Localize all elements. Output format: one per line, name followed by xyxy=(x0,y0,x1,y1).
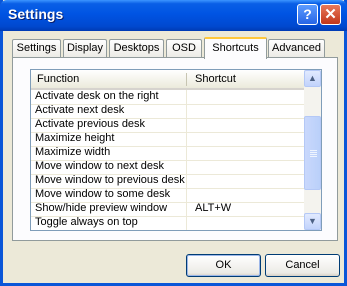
cell-divider xyxy=(186,104,187,119)
cell-divider xyxy=(186,132,187,147)
cell-divider xyxy=(186,90,187,105)
list-item[interactable]: Move window to previous desk xyxy=(31,174,305,189)
settings-window: Settings ? ✕ Settings Display Desktops O… xyxy=(0,0,347,286)
list-item[interactable]: Maximize width xyxy=(31,146,305,161)
list-header: Function Shortcut xyxy=(31,70,305,90)
list-item[interactable]: Move window to next desk xyxy=(31,160,305,175)
scroll-down-icon[interactable]: ▼ xyxy=(304,213,321,230)
grip-line xyxy=(310,156,317,157)
function-cell: Move window to next desk xyxy=(35,160,165,172)
grip-line xyxy=(310,154,317,155)
shortcuts-list[interactable]: Function Shortcut Activate desk on the r… xyxy=(30,69,322,231)
function-cell: Show/hide preview window xyxy=(35,202,168,214)
function-cell: Activate desk on the right xyxy=(35,90,159,102)
tab-shortcuts[interactable]: Shortcuts xyxy=(204,37,267,59)
close-button[interactable]: ✕ xyxy=(320,4,341,25)
shortcuts-panel: Function Shortcut Activate desk on the r… xyxy=(12,57,338,241)
cell-divider xyxy=(186,160,187,175)
column-header-shortcut[interactable]: Shortcut xyxy=(195,73,236,85)
tab-advanced[interactable]: Advanced xyxy=(268,39,325,57)
vertical-scrollbar[interactable]: ▲ ▼ xyxy=(304,70,321,230)
list-item[interactable]: Move window to some desk xyxy=(31,188,305,203)
function-cell: Toggle always on top xyxy=(35,216,138,228)
function-cell: Move window to some desk xyxy=(35,188,171,200)
tab-display[interactable]: Display xyxy=(63,39,107,57)
shortcut-cell: ALT+W xyxy=(195,202,232,214)
tab-osd[interactable]: OSD xyxy=(166,39,202,57)
cancel-button[interactable]: Cancel xyxy=(265,254,340,277)
cell-divider xyxy=(186,216,187,230)
list-item[interactable]: Maximize height xyxy=(31,132,305,147)
scroll-thumb[interactable] xyxy=(304,116,321,190)
grip-line xyxy=(310,150,317,151)
title-bar[interactable]: Settings ? ✕ xyxy=(0,0,347,31)
list-item[interactable]: Show/hide preview window ALT+W xyxy=(31,202,305,217)
function-cell: Activate next desk xyxy=(35,104,125,116)
cell-divider xyxy=(186,174,187,189)
cell-divider xyxy=(186,118,187,133)
cell-divider xyxy=(186,146,187,161)
function-cell: Activate previous desk xyxy=(35,118,146,130)
list-item[interactable]: Activate previous desk xyxy=(31,118,305,133)
tab-desktops[interactable]: Desktops xyxy=(109,39,164,57)
ok-button[interactable]: OK xyxy=(186,254,261,277)
help-button[interactable]: ? xyxy=(297,4,318,25)
list-item[interactable]: Activate next desk xyxy=(31,104,305,119)
scroll-up-icon[interactable]: ▲ xyxy=(304,70,321,87)
cell-divider xyxy=(186,188,187,203)
grip-line xyxy=(310,152,317,153)
column-separator[interactable] xyxy=(186,73,187,86)
function-cell: Maximize width xyxy=(35,146,111,158)
list-item[interactable]: Toggle always on top xyxy=(31,216,305,230)
window-title: Settings xyxy=(8,6,64,22)
column-header-function[interactable]: Function xyxy=(37,73,79,85)
list-item[interactable]: Activate desk on the right xyxy=(31,90,305,105)
function-cell: Maximize height xyxy=(35,132,115,144)
function-cell: Move window to previous desk xyxy=(35,174,185,186)
tab-settings[interactable]: Settings xyxy=(12,39,61,57)
cell-divider xyxy=(186,202,187,217)
